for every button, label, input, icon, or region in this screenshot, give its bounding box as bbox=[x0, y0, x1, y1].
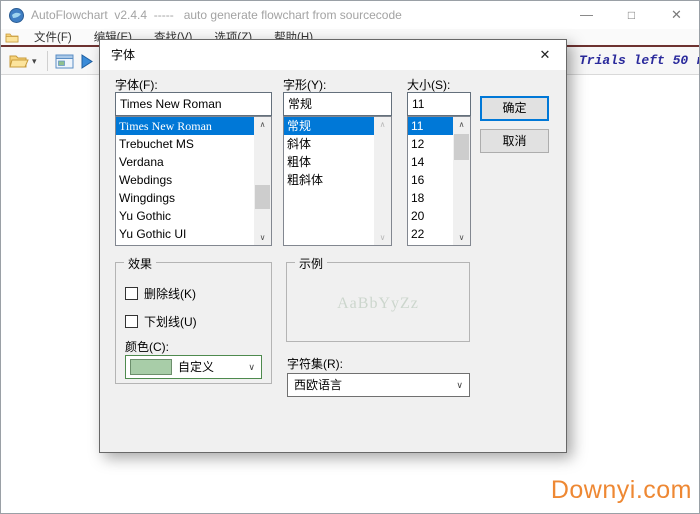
maximize-button[interactable]: □ bbox=[609, 1, 654, 29]
font-style-list[interactable]: 常规斜体粗体粗斜体 ∧ ∨ bbox=[283, 116, 392, 246]
scroll-up-icon[interactable]: ∧ bbox=[254, 117, 271, 132]
chevron-down-icon[interactable]: ∨ bbox=[456, 374, 463, 396]
dialog-title: 字体 bbox=[111, 40, 135, 70]
underline-checkbox-row[interactable]: 下划线(U) bbox=[125, 313, 197, 330]
charset-value: 西欧语言 bbox=[294, 374, 342, 396]
toolbar-separator bbox=[47, 51, 48, 71]
font-size-list[interactable]: 11121416182022 ∧ ∨ bbox=[407, 116, 471, 246]
color-combobox[interactable]: 自定义 ∨ bbox=[125, 355, 262, 379]
strikeout-checkbox[interactable] bbox=[125, 287, 138, 300]
menu-item-file[interactable]: 文件(F) bbox=[23, 29, 83, 45]
style-label: 字形(Y): bbox=[283, 76, 326, 93]
charset-label: 字符集(R): bbox=[287, 355, 343, 372]
app-icon bbox=[9, 8, 24, 23]
color-swatch bbox=[130, 359, 172, 375]
font-list-scrollbar[interactable]: ∧ ∨ bbox=[254, 117, 271, 245]
color-value: 自定义 bbox=[178, 356, 214, 378]
trials-remaining-text: Trials left 50 run bbox=[579, 47, 700, 74]
size-list-scrollbar[interactable]: ∧ ∨ bbox=[453, 117, 470, 245]
scroll-up-icon[interactable]: ∧ bbox=[453, 117, 470, 132]
strikeout-label: 删除线(K) bbox=[144, 285, 196, 302]
open-file-button[interactable] bbox=[9, 50, 29, 72]
list-item[interactable]: Wingdings bbox=[116, 189, 271, 207]
font-name-input[interactable]: Times New Roman bbox=[115, 92, 272, 116]
watermark-text: Downyi.com bbox=[551, 476, 692, 505]
scrollbar-thumb[interactable] bbox=[255, 185, 270, 209]
view-window-button[interactable] bbox=[55, 50, 74, 72]
effects-title: 效果 bbox=[124, 255, 156, 272]
sample-text: AaBbYyZz bbox=[287, 295, 469, 313]
scroll-down-icon[interactable]: ∨ bbox=[374, 230, 391, 245]
scroll-down-icon[interactable]: ∨ bbox=[453, 230, 470, 245]
list-item[interactable]: Yu Gothic bbox=[116, 207, 271, 225]
play-icon bbox=[80, 54, 93, 69]
font-size-input[interactable]: 11 bbox=[407, 92, 471, 116]
strikeout-checkbox-row[interactable]: 删除线(K) bbox=[125, 285, 196, 302]
underline-label: 下划线(U) bbox=[144, 313, 197, 330]
window-titlebar: AutoFlowchart v2.4.4 ----- auto generate… bbox=[1, 1, 699, 29]
minimize-button[interactable]: — bbox=[564, 1, 609, 29]
font-list[interactable]: Times New RomanTrebuchet MSVerdanaWebdin… bbox=[115, 116, 272, 246]
size-label: 大小(S): bbox=[407, 76, 450, 93]
cancel-button[interactable]: 取消 bbox=[480, 129, 549, 153]
list-item[interactable]: Yu Gothic UI bbox=[116, 225, 271, 243]
list-item[interactable]: Trebuchet MS bbox=[116, 135, 271, 153]
scrollbar-thumb[interactable] bbox=[454, 134, 469, 160]
close-button[interactable]: ✕ bbox=[654, 1, 699, 29]
scroll-down-icon[interactable]: ∨ bbox=[254, 230, 271, 245]
sample-title: 示例 bbox=[295, 255, 327, 272]
main-window: AutoFlowchart v2.4.4 ----- auto generate… bbox=[0, 0, 700, 514]
run-button[interactable] bbox=[80, 50, 93, 72]
open-folder-icon bbox=[9, 53, 29, 69]
open-dropdown-caret[interactable]: ▾ bbox=[32, 50, 37, 72]
font-style-input[interactable]: 常规 bbox=[283, 92, 392, 116]
window-title: AutoFlowchart v2.4.4 ----- auto generate… bbox=[31, 1, 402, 29]
scroll-up-icon[interactable]: ∧ bbox=[374, 117, 391, 132]
charset-combobox[interactable]: 西欧语言 ∨ bbox=[287, 373, 470, 397]
chevron-down-icon[interactable]: ∨ bbox=[248, 356, 255, 378]
ok-button[interactable]: 确定 bbox=[480, 96, 549, 121]
font-label: 字体(F): bbox=[115, 76, 158, 93]
folder-icon bbox=[5, 32, 19, 43]
dialog-close-button[interactable]: ✕ bbox=[524, 40, 566, 70]
window-icon bbox=[55, 54, 74, 69]
font-dialog: 字体 ✕ 字体(F): 字形(Y): 大小(S): Times New Roma… bbox=[99, 39, 567, 453]
effects-groupbox: 效果 删除线(K) 下划线(U) 颜色(C): 自定义 ∨ bbox=[115, 262, 272, 384]
underline-checkbox[interactable] bbox=[125, 315, 138, 328]
style-list-scrollbar[interactable]: ∧ ∨ bbox=[374, 117, 391, 245]
list-item[interactable]: Webdings bbox=[116, 171, 271, 189]
dialog-titlebar: 字体 ✕ bbox=[100, 40, 566, 70]
color-label: 颜色(C): bbox=[125, 338, 169, 355]
list-item[interactable]: Times New Roman bbox=[116, 117, 271, 135]
sample-groupbox: 示例 AaBbYyZz bbox=[286, 262, 470, 342]
list-item[interactable]: Verdana bbox=[116, 153, 271, 171]
